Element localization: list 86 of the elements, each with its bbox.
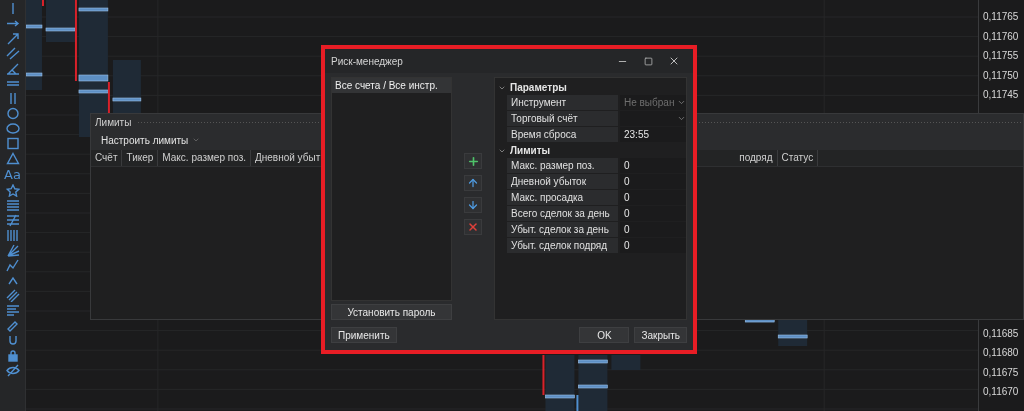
- parallel-lines-icon[interactable]: [5, 47, 20, 60]
- price-label: 0,11765: [982, 10, 1020, 24]
- section-title: Параметры: [510, 82, 567, 93]
- value-field[interactable]: 0: [620, 206, 686, 221]
- ellipse-icon[interactable]: [5, 122, 20, 135]
- property-label: Инструмент: [507, 95, 620, 110]
- set-password-button[interactable]: Установить пароль: [331, 304, 452, 320]
- value-field[interactable]: 0: [620, 190, 686, 205]
- candle-line: [542, 355, 545, 395]
- volume-bar: [578, 384, 608, 389]
- property-label: Макс. размер поз.: [507, 158, 620, 173]
- volume-bar: [112, 97, 142, 102]
- volume-bar: [78, 74, 109, 82]
- dropdown-field[interactable]: Не выбран: [620, 95, 686, 110]
- price-label: 0,11750: [982, 68, 1020, 83]
- add-button[interactable]: [464, 153, 482, 169]
- delete-button[interactable]: [464, 219, 482, 235]
- plus-icon: [466, 154, 480, 168]
- bars-icon[interactable]: [5, 229, 20, 242]
- price-label: 0,11685: [982, 326, 1020, 341]
- window-title: Риск-менеджер: [331, 55, 404, 67]
- property-label: Торговый счёт: [507, 111, 620, 126]
- move-up-button[interactable]: [464, 175, 482, 191]
- price-label: 0,11670: [982, 385, 1020, 400]
- column-header[interactable]: Тикер: [122, 150, 159, 166]
- candle-line: [107, 82, 110, 115]
- star-icon[interactable]: [5, 184, 20, 197]
- apply-button[interactable]: Применить: [331, 327, 397, 343]
- strikethrough-icon[interactable]: [5, 214, 20, 227]
- column-header[interactable]: Макс. размер поз.: [158, 150, 251, 166]
- value-field[interactable]: 0: [620, 222, 686, 237]
- move-down-button[interactable]: [464, 197, 482, 213]
- cross-icon: [467, 221, 479, 233]
- price-label: 0,11760: [982, 29, 1020, 44]
- candle-line: [576, 395, 579, 411]
- square-icon[interactable]: [5, 137, 20, 150]
- circle-icon[interactable]: [5, 107, 20, 120]
- value-field[interactable]: 0: [620, 174, 686, 189]
- fan-icon[interactable]: [5, 244, 20, 257]
- price-label: 0,11745: [982, 88, 1020, 103]
- column-header[interactable]: подряд: [735, 150, 778, 166]
- property-label: Дневной убыток: [507, 174, 620, 189]
- zigzag-icon[interactable]: [5, 259, 20, 272]
- arrow-down-icon: [467, 199, 479, 211]
- property-label: Время сброса: [507, 127, 620, 142]
- price-label: 0,11680: [982, 346, 1020, 361]
- ok-button[interactable]: OK: [579, 327, 630, 343]
- volume-bar: [78, 7, 109, 12]
- value-field[interactable]: 0: [620, 238, 686, 253]
- value-field[interactable]: 0: [620, 158, 686, 173]
- section-title: Лимиты: [510, 145, 551, 156]
- text-tool-button[interactable]: Aa: [4, 167, 21, 182]
- property-label: Убыт. сделок подряд: [507, 238, 620, 253]
- price-label: 0,11755: [982, 49, 1020, 64]
- volume-bar: [45, 27, 76, 32]
- maximize-icon: [643, 56, 653, 66]
- caret-icon[interactable]: [5, 274, 20, 287]
- panel-title: Лимиты: [95, 116, 132, 128]
- arrow-up-icon: [467, 177, 479, 189]
- configure-limits-button[interactable]: Настроить лимиты: [97, 134, 205, 146]
- property-label: Всего сделок за день: [507, 206, 620, 221]
- ruler-icon[interactable]: [5, 319, 20, 332]
- hidden-eye-icon[interactable]: [5, 364, 20, 377]
- column-header[interactable]: Счёт: [91, 150, 123, 166]
- dropdown-field[interactable]: [620, 111, 686, 126]
- volume-bar: [26, 24, 43, 29]
- volume-bar: [578, 359, 608, 364]
- list-item[interactable]: Все счета / Все инстр.: [332, 78, 451, 93]
- volume-bar: [78, 89, 109, 94]
- property-label: Макс. просадка: [507, 190, 620, 205]
- property-label: Убыт. сделок за день: [507, 222, 620, 237]
- volume-bar: [545, 394, 575, 399]
- chevron-down-icon: [192, 136, 201, 144]
- arrow-icon[interactable]: [5, 32, 20, 45]
- price-label: 0,11675: [982, 365, 1020, 380]
- column-header[interactable]: Статус: [777, 150, 819, 166]
- align-icon[interactable]: [5, 304, 20, 317]
- triangle-icon[interactable]: [5, 152, 20, 165]
- close-icon: [668, 55, 680, 67]
- lock-icon[interactable]: [5, 349, 20, 362]
- volume-bar: [777, 334, 808, 339]
- hatch-icon[interactable]: [5, 289, 20, 302]
- lines-icon[interactable]: [5, 199, 20, 212]
- close-dialog-button[interactable]: Закрыть: [634, 327, 687, 343]
- volume-bar: [26, 72, 43, 77]
- value-field[interactable]: 23:55: [620, 127, 686, 142]
